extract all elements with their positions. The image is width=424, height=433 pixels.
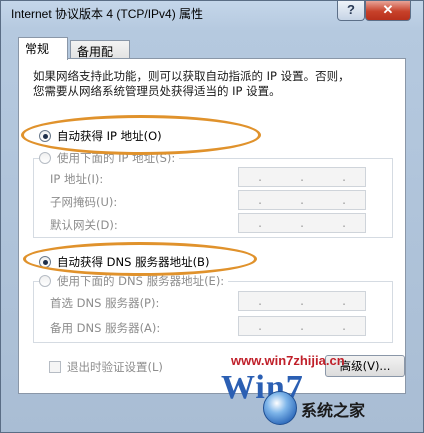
auto-ip-radio[interactable] — [39, 130, 51, 142]
auto-dns-label: 自动获得 DNS 服务器地址(B) — [57, 255, 210, 269]
default-gateway-label: 默认网关(D): — [50, 218, 118, 232]
manual-ip-option[interactable]: 使用下面的 IP 地址(S): — [39, 150, 180, 166]
validate-on-exit-option[interactable]: 退出时验证设置(L) — [49, 359, 163, 375]
tcpip-properties-dialog: Internet 协议版本 4 (TCP/IPv4) 属性 ? ✕ 常规 备用配… — [0, 0, 424, 433]
validate-on-exit-label: 退出时验证设置(L) — [67, 360, 163, 374]
manual-dns-radio[interactable] — [39, 275, 51, 287]
close-button[interactable]: ✕ — [365, 1, 411, 21]
description-line-1: 如果网络支持此功能，则可以获取自动指派的 IP 设置。否则， — [33, 69, 350, 83]
ip-address-label: IP 地址(I): — [50, 172, 104, 186]
watermark-url: www.win7zhijia.cn — [231, 353, 345, 368]
manual-ip-group: IP 地址(I): ... 子网掩码(U): ... 默认网关(D): ... — [33, 158, 393, 238]
auto-dns-option[interactable]: 自动获得 DNS 服务器地址(B) — [39, 254, 209, 270]
alternate-dns-input[interactable]: ... — [238, 316, 366, 336]
help-button[interactable]: ? — [337, 1, 365, 21]
auto-ip-label: 自动获得 IP 地址(O) — [57, 129, 162, 143]
validate-on-exit-checkbox[interactable] — [49, 361, 61, 373]
alternate-dns-label: 备用 DNS 服务器(A): — [50, 321, 161, 335]
subnet-mask-input[interactable]: ... — [238, 190, 366, 210]
preferred-dns-label: 首选 DNS 服务器(P): — [50, 296, 160, 310]
subnet-mask-label: 子网掩码(U): — [50, 195, 118, 209]
ip-address-input[interactable]: ... — [238, 167, 366, 187]
general-tab-panel: 如果网络支持此功能，则可以获取自动指派的 IP 设置。否则， 您需要从网络系统管… — [18, 58, 406, 394]
manual-dns-label: 使用下面的 DNS 服务器地址(E): — [57, 274, 225, 288]
window-title: Internet 协议版本 4 (TCP/IPv4) 属性 — [11, 7, 204, 21]
manual-ip-radio[interactable] — [39, 152, 51, 164]
manual-ip-label: 使用下面的 IP 地址(S): — [57, 151, 176, 165]
preferred-dns-input[interactable]: ... — [238, 291, 366, 311]
description-line-2: 您需要从网络系统管理员处获得适当的 IP 设置。 — [33, 84, 281, 98]
auto-dns-radio[interactable] — [39, 256, 51, 268]
manual-dns-group: 首选 DNS 服务器(P): ... 备用 DNS 服务器(A): ... — [33, 281, 393, 343]
tab-general[interactable]: 常规 — [18, 37, 68, 60]
windows-orb-icon — [263, 391, 297, 425]
auto-ip-option[interactable]: 自动获得 IP 地址(O) — [39, 128, 162, 144]
title-bar[interactable]: Internet 协议版本 4 (TCP/IPv4) 属性 ? ✕ — [1, 1, 423, 29]
description: 如果网络支持此功能，则可以获取自动指派的 IP 设置。否则， 您需要从网络系统管… — [33, 69, 383, 99]
tab-alternate-config[interactable]: 备用配置 — [70, 40, 130, 76]
default-gateway-input[interactable]: ... — [238, 213, 366, 233]
watermark-site-name: 系统之家 — [301, 401, 366, 420]
manual-dns-option[interactable]: 使用下面的 DNS 服务器地址(E): — [39, 273, 229, 289]
